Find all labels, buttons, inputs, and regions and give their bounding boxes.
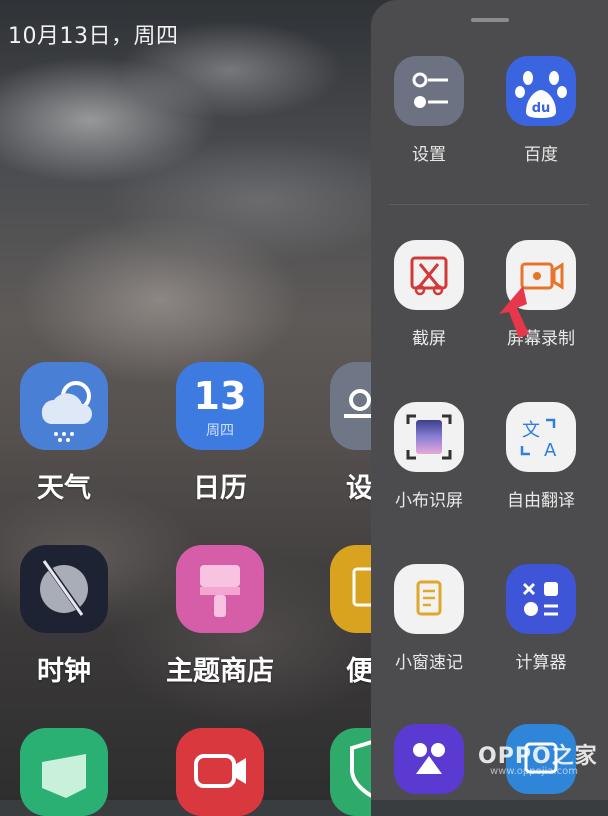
theme-store-icon: [176, 545, 264, 633]
app-label: 天气: [37, 473, 91, 504]
app-settings[interactable]: 设: [306, 362, 371, 505]
app-clock[interactable]: 时钟: [0, 545, 134, 688]
app-calendar[interactable]: 13 周四 日历: [150, 362, 290, 505]
tile-quick-note[interactable]: 小窗速记: [379, 564, 479, 673]
clock-icon: [20, 545, 108, 633]
app-notes[interactable]: 便: [306, 545, 371, 688]
app-icon: [394, 724, 464, 794]
settings-icon: [394, 56, 464, 126]
translate-icon: 文 A: [506, 402, 576, 472]
settings-icon: [330, 362, 371, 450]
tile-label: 截屏: [412, 329, 446, 349]
tile-settings[interactable]: 设置: [379, 56, 479, 165]
tile-baidu[interactable]: du 百度: [491, 56, 591, 165]
status-date: 10月13日，周四: [8, 24, 179, 49]
tile-label: 百度: [524, 145, 558, 165]
tile-label: 自由翻译: [507, 491, 575, 511]
app-label: 时钟: [37, 656, 91, 687]
calendar-day: 13: [193, 374, 247, 418]
tile-screenshot[interactable]: 截屏: [379, 240, 479, 349]
panel-divider: [389, 204, 589, 205]
svg-text:du: du: [532, 101, 551, 116]
quick-note-icon: [394, 564, 464, 634]
tile-screen-recognition[interactable]: 小布识屏: [379, 402, 479, 511]
app-theme-store[interactable]: 主题商店: [150, 545, 290, 688]
app-video[interactable]: [150, 728, 290, 816]
calendar-weekday: 周四: [206, 423, 234, 439]
security-icon: [330, 728, 371, 816]
panel-handle[interactable]: [471, 18, 509, 22]
svg-text:文: 文: [522, 420, 540, 441]
app-weather[interactable]: 天气: [0, 362, 134, 505]
app-label: 主题商店: [166, 656, 274, 687]
tile-partial-1[interactable]: [379, 724, 479, 794]
baidu-icon: du: [506, 56, 576, 126]
app-label: 便: [346, 656, 371, 687]
pointer-arrow-icon: [499, 286, 529, 338]
tile-calculator[interactable]: 计算器: [491, 564, 591, 673]
notes-icon: [330, 545, 371, 633]
watermark-url: www.oppojia.com: [490, 766, 578, 777]
smart-sidebar-panel: 设置 du 百度 截屏 屏幕录制 小布识屏 文 A 自由翻译 小窗速记 计算器: [371, 0, 608, 800]
tile-label: 设置: [412, 145, 446, 165]
app-label: 设: [346, 473, 371, 504]
tile-label: 小布识屏: [395, 491, 463, 511]
screenshot-icon: [394, 240, 464, 310]
calendar-icon: 13 周四: [176, 362, 264, 450]
calculator-icon: [506, 564, 576, 634]
app-label: 日历: [193, 473, 247, 504]
app-gallery[interactable]: [0, 728, 134, 816]
video-icon: [176, 728, 264, 816]
gallery-icon: [20, 728, 108, 816]
screen-recognition-icon: [394, 402, 464, 472]
svg-text:A: A: [544, 440, 557, 461]
tile-translate[interactable]: 文 A 自由翻译: [491, 402, 591, 511]
app-security[interactable]: [306, 728, 371, 816]
weather-icon: [20, 362, 108, 450]
tile-label: 小窗速记: [395, 653, 463, 673]
tile-label: 计算器: [515, 653, 567, 673]
